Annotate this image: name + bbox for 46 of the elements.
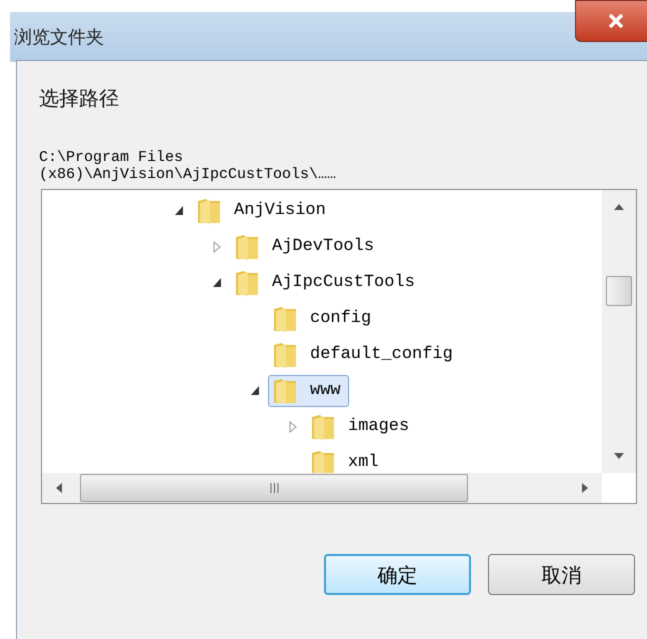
collapsed-triangle-icon[interactable] xyxy=(212,241,222,253)
vertical-scrollbar[interactable] xyxy=(602,190,636,473)
tree-item[interactable]: www xyxy=(268,375,349,407)
tree-item[interactable]: default_config xyxy=(268,339,461,371)
expanded-triangle-icon[interactable] xyxy=(250,385,260,397)
tree-item[interactable]: AjDevTools xyxy=(230,231,382,263)
scroll-up-icon[interactable] xyxy=(614,204,624,210)
scroll-thumb[interactable] xyxy=(80,474,468,502)
folder-icon xyxy=(310,413,336,441)
folder-label: AjIpcCustTools xyxy=(272,272,416,294)
folder-label: default_config xyxy=(310,344,454,366)
scroll-down-icon[interactable] xyxy=(614,453,624,459)
expanded-triangle-icon[interactable] xyxy=(174,205,184,217)
cancel-button[interactable]: 取消 xyxy=(488,554,635,595)
folder-icon xyxy=(272,305,298,333)
tree-item[interactable]: images xyxy=(306,411,418,443)
folder-label: xml xyxy=(348,452,380,473)
folder-icon xyxy=(234,233,260,261)
folder-label: www xyxy=(310,380,342,402)
grip-icon xyxy=(270,483,278,493)
expanded-triangle-icon[interactable] xyxy=(212,277,222,289)
dialog-heading: 选择路径 xyxy=(39,85,120,112)
path-text: C:\Program Files xyxy=(39,149,184,166)
folder-icon xyxy=(272,377,298,405)
tree-item[interactable]: config xyxy=(268,303,380,335)
collapsed-triangle-icon[interactable] xyxy=(288,421,298,433)
scroll-left-icon[interactable] xyxy=(56,483,62,493)
folder-label: config xyxy=(310,308,372,330)
folder-icon xyxy=(272,341,298,369)
tree-item[interactable]: AjIpcCustTools xyxy=(230,267,423,299)
folder-label: AnjVision xyxy=(234,200,327,222)
path-text: (x86)\AnjVision\AjIpcCustTools\…… xyxy=(39,166,338,183)
horizontal-scrollbar[interactable] xyxy=(42,473,602,503)
scroll-thumb[interactable] xyxy=(606,276,632,306)
tree-item[interactable]: AnjVision xyxy=(192,195,334,227)
folder-icon xyxy=(310,449,336,473)
folder-label: AjDevTools xyxy=(272,236,376,258)
scroll-right-icon[interactable] xyxy=(582,483,588,493)
close-button[interactable] xyxy=(575,0,647,42)
folder-icon xyxy=(234,269,260,297)
folder-label: images xyxy=(348,416,410,438)
close-icon xyxy=(607,13,625,29)
folder-icon xyxy=(196,197,222,225)
folder-tree[interactable]: AnjVision AjDevTools AjIpcCustTools config default_config www images xml xyxy=(41,189,637,504)
ok-button[interactable]: 确定 xyxy=(324,554,471,595)
window-title: 浏览文件夹 xyxy=(14,26,104,50)
